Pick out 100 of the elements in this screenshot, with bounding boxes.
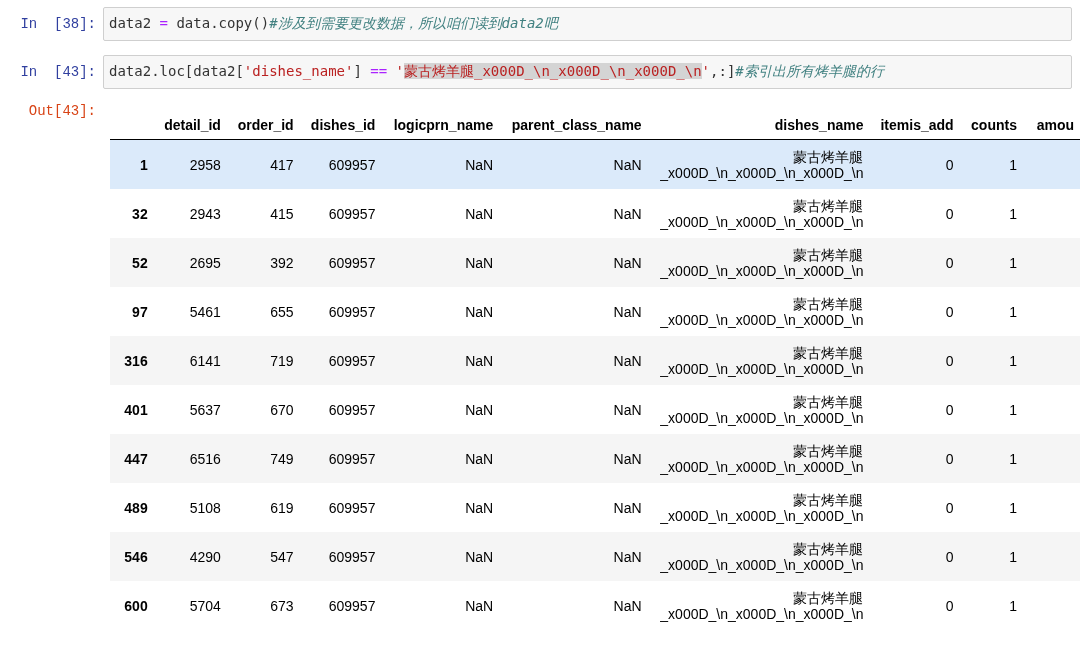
table-cell: NaN: [613, 597, 642, 614]
table-cell: 1: [1009, 401, 1017, 418]
table-cell: 0: [945, 597, 954, 614]
table-cell: 415: [270, 205, 294, 222]
table-cell: 5637: [189, 401, 221, 418]
table-cell: 蒙古烤羊腿 _x000D_\n_x000D_\n_x000D_\n: [660, 295, 864, 328]
table-cell: NaN: [465, 254, 494, 271]
table-cell: 1: [1009, 205, 1017, 222]
table-cell: 609957: [328, 499, 376, 516]
table-cell: 0: [945, 205, 954, 222]
table-cell: 0: [945, 352, 954, 369]
table-cell: NaN: [613, 450, 642, 467]
table-cell: 673: [270, 597, 294, 614]
table-cell: 609957: [328, 205, 376, 222]
table-cell: 609957: [328, 352, 376, 369]
column-header: itemis_add: [880, 117, 954, 133]
table-cell: 2958: [189, 156, 221, 173]
table-cell: 417: [270, 156, 294, 173]
table-cell: 609957: [328, 156, 376, 173]
table-cell: 蒙古烤羊腿 _x000D_\n_x000D_\n_x000D_\n: [660, 393, 864, 426]
table-cell: 600: [124, 597, 148, 614]
column-header: logicprn_name: [393, 117, 494, 133]
table-cell: 0: [945, 303, 954, 320]
table-cell: 655: [270, 303, 294, 320]
table-cell: 609957: [328, 597, 376, 614]
column-header: dishes_name: [774, 117, 864, 133]
table-cell: NaN: [613, 303, 642, 320]
input-prompt: In [43]:: [19, 63, 97, 80]
table-cell: 2943: [189, 205, 221, 222]
table-cell: 546: [124, 548, 148, 565]
table-cell: 316: [124, 352, 148, 369]
table-cell: 4290: [189, 548, 221, 565]
input-prompt: In [38]:: [19, 15, 97, 32]
table-cell: 609957: [328, 450, 376, 467]
column-header: detail_id: [164, 117, 221, 133]
table-cell: NaN: [465, 450, 494, 467]
table-cell: 蒙古烤羊腿 _x000D_\n_x000D_\n_x000D_\n: [660, 197, 864, 230]
column-header: dishes_id: [310, 117, 376, 133]
table-cell: 6141: [189, 352, 221, 369]
table-cell: 5108: [189, 499, 221, 516]
table-cell: 2695: [189, 254, 221, 271]
table-cell: 6516: [189, 450, 221, 467]
table-cell: 0: [945, 499, 954, 516]
column-header: counts: [971, 117, 1017, 133]
code-editor[interactable]: data2.loc[data2['dishes_name'] == '蒙古烤羊腿_x000D_\n_x000D_\n_x000D_\n',:]#索引出所有烤羊腿的行: [103, 55, 1072, 89]
column-header: order_id: [237, 117, 294, 133]
column-header: amou: [1036, 117, 1074, 133]
table-cell: 401: [124, 401, 148, 418]
table-cell: 1: [1009, 156, 1017, 173]
table-cell: NaN: [613, 499, 642, 516]
table-cell: NaN: [465, 303, 494, 320]
table-cell: 749: [270, 450, 294, 467]
table-cell: 1: [1009, 597, 1017, 614]
table-cell: 蒙古烤羊腿 _x000D_\n_x000D_\n_x000D_\n: [660, 344, 864, 377]
table-cell: NaN: [465, 352, 494, 369]
table-cell: 1: [1009, 499, 1017, 516]
output-prompt: Out[43]:: [27, 103, 97, 119]
table-cell: 1: [1009, 254, 1017, 271]
table-cell: 547: [270, 548, 294, 565]
table-cell: 392: [270, 254, 294, 271]
table-cell: 5461: [189, 303, 221, 320]
table-cell: 52: [132, 254, 148, 271]
table-cell: 1: [1009, 352, 1017, 369]
table-cell: 609957: [328, 303, 376, 320]
table-cell: 447: [124, 450, 148, 467]
column-header: parent_class_name: [511, 117, 642, 133]
table-cell: 609957: [328, 254, 376, 271]
table-cell: NaN: [613, 254, 642, 271]
table-cell: 609957: [328, 401, 376, 418]
table-cell: 蒙古烤羊腿 _x000D_\n_x000D_\n_x000D_\n: [660, 491, 864, 524]
table-cell: NaN: [465, 401, 494, 418]
table-cell: 0: [945, 156, 954, 173]
table-cell: 1: [1009, 450, 1017, 467]
table-cell: NaN: [465, 156, 494, 173]
table-cell: 32: [132, 205, 148, 222]
table-cell: NaN: [465, 499, 494, 516]
table-cell: 蒙古烤羊腿 _x000D_\n_x000D_\n_x000D_\n: [660, 540, 864, 573]
table-cell: NaN: [465, 597, 494, 614]
table-cell: NaN: [465, 205, 494, 222]
table-cell: 1: [1009, 548, 1017, 565]
table-cell: 0: [945, 254, 954, 271]
table-cell: 0: [945, 548, 954, 565]
table-cell: 0: [945, 401, 954, 418]
table-cell: NaN: [465, 548, 494, 565]
table-cell: 489: [124, 499, 148, 516]
table-cell: 5704: [189, 597, 221, 614]
table-cell: 蒙古烤羊腿 _x000D_\n_x000D_\n_x000D_\n: [660, 589, 864, 622]
table-cell: 670: [270, 401, 294, 418]
table-cell: 97: [132, 303, 148, 320]
table-cell: 0: [945, 450, 954, 467]
table-cell: 1: [1009, 303, 1017, 320]
table-cell: NaN: [613, 548, 642, 565]
code-editor[interactable]: data2 = data.copy()#涉及到需要更改数据，所以咱们读到data2吧: [103, 7, 1072, 41]
table-cell: 蒙古烤羊腿 _x000D_\n_x000D_\n_x000D_\n: [660, 442, 864, 475]
table-cell: NaN: [613, 156, 642, 173]
table-cell: NaN: [613, 352, 642, 369]
table-cell: 719: [270, 352, 294, 369]
table-cell: 蒙古烤羊腿 _x000D_\n_x000D_\n_x000D_\n: [660, 246, 864, 279]
table-cell: 蒙古烤羊腿 _x000D_\n_x000D_\n_x000D_\n: [660, 148, 864, 181]
table-cell: 609957: [328, 548, 376, 565]
